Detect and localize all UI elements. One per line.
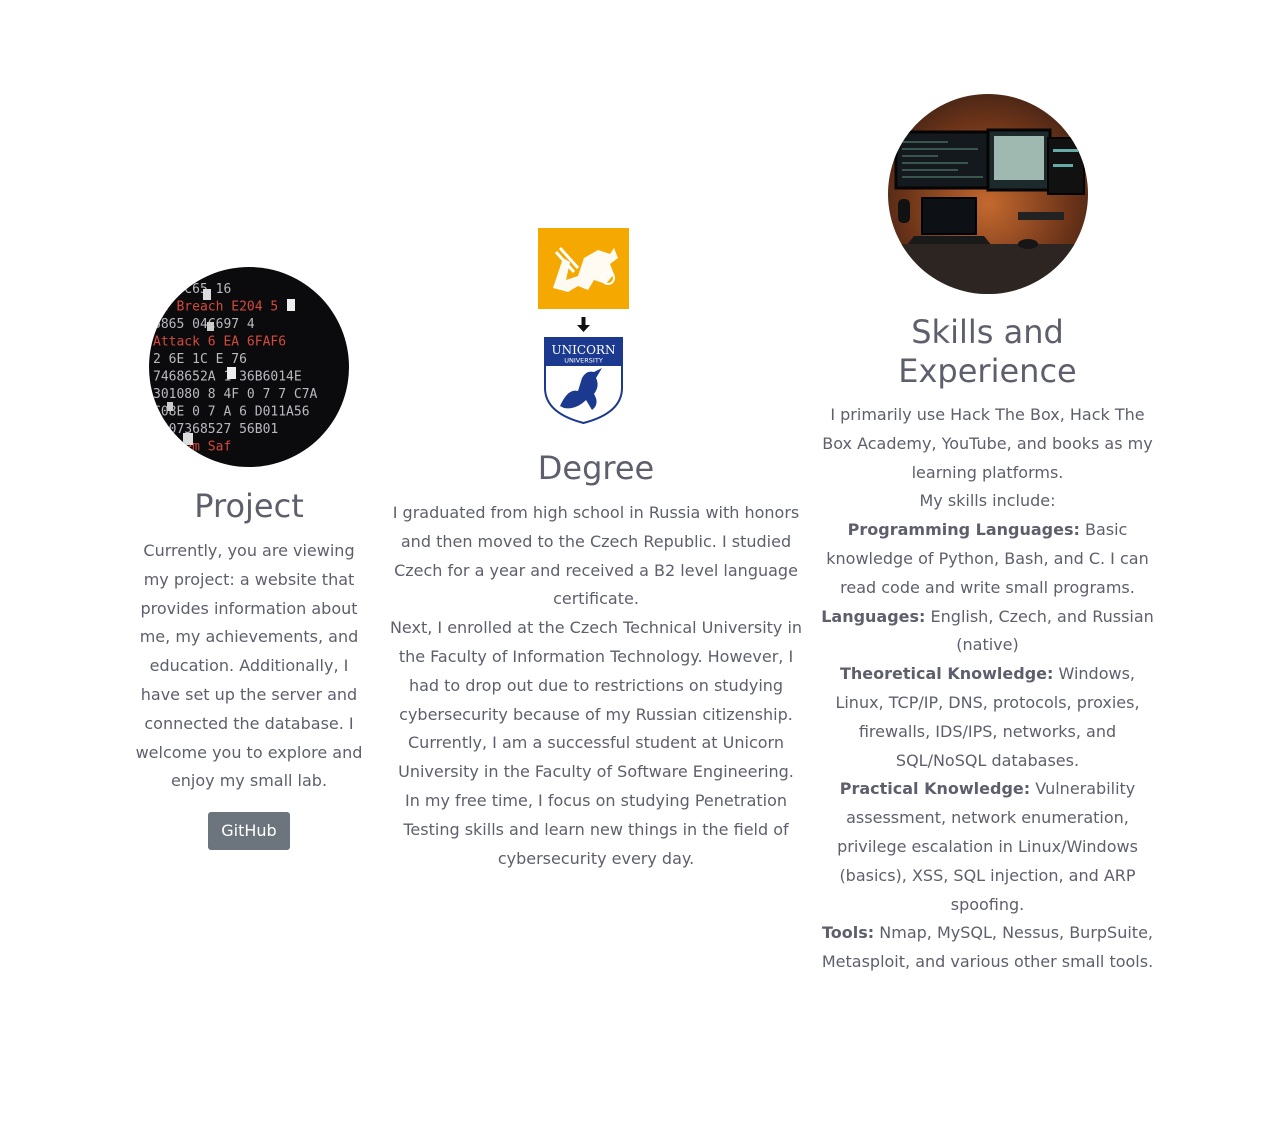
unicorn-sub: UNIVERSITY [564, 357, 603, 365]
skills-card: Skills and Experience I primarily use Ha… [820, 94, 1155, 977]
hex-code-line: ta Breach E204 5 [153, 300, 278, 315]
skill-languages: Languages: English, Czech, and Russian (… [820, 603, 1155, 661]
skill-label: Languages: [821, 606, 926, 626]
skills-include-label: My skills include: [919, 491, 1056, 511]
skill-tools: Tools: Nmap, MySQL, Nessus, BurpSuite, M… [820, 919, 1155, 977]
skill-label: Tools: [822, 923, 875, 943]
hex-code-line: BE5 DD0 [153, 457, 208, 467]
degree-paragraph-1: I graduated from high school in Russia w… [392, 503, 800, 609]
degree-paragraph-3: Currently, I am a successful student at … [398, 733, 794, 782]
skill-practical: Practical Knowledge: Vulnerability asses… [820, 775, 1155, 919]
github-button[interactable]: GitHub [208, 812, 290, 851]
skill-text: English, Czech, and Russian (native) [925, 606, 1154, 655]
degree-logos: UNICORN UNIVERSITY [388, 228, 804, 428]
unicorn-university-logo: UNICORN UNIVERSITY [544, 337, 623, 425]
ctu-lion-logo [538, 228, 629, 309]
skill-theoretical: Theoretical Knowledge: Windows, Linux, T… [820, 660, 1155, 775]
hex-code-line: C08E 0 7 A 6 D011A56 [153, 405, 310, 420]
project-card: 4746C65 16 ta Breach E204 5 6865 04C697 4… [130, 267, 368, 851]
degree-card: UNICORN UNIVERSITY Degree I graduated fr… [388, 228, 804, 873]
project-title: Project [194, 487, 304, 525]
unicorn-name: UNICORN [552, 343, 616, 357]
skills-intro: I primarily use Hack The Box, Hack The B… [822, 405, 1153, 482]
degree-paragraph-4: In my free time, I focus on studying Pen… [403, 790, 789, 868]
hex-code-line: 301080 8 4F 0 7 7 C7A [153, 387, 318, 402]
hex-code-line: Attack 6 EA 6FAF6 [153, 335, 286, 350]
skills-title: Skills and Experience [898, 313, 1077, 390]
degree-title: Degree [537, 449, 655, 487]
degree-paragraph-2: Next, I enrolled at the Czech Technical … [389, 618, 803, 724]
project-description: Currently, you are viewing my project: a… [135, 541, 363, 791]
hex-code-line: C407368527 56B01 [153, 422, 278, 437]
data-breach-icon: 4746C65 16 ta Breach E204 5 6865 04C697 4… [149, 267, 349, 467]
hex-code-image: 4746C65 16 ta Breach E204 5 6865 04C697 4… [149, 267, 349, 467]
desk-monitors-icon [887, 94, 1088, 294]
skill-label: Practical Knowledge: [839, 779, 1031, 799]
hex-code-line: 2 6E 1C E 76 [153, 352, 247, 367]
skill-label: Theoretical Knowledge: [839, 664, 1054, 684]
hex-code-line: 4746C65 16 [153, 282, 231, 297]
skill-label: Programming Languages: [847, 520, 1080, 540]
hex-code-line: 6865 04C697 4 [153, 317, 255, 332]
desk-photo [887, 94, 1088, 294]
arrow-down-icon [577, 317, 590, 332]
skill-programming: Programming Languages: Basic knowledge o… [820, 516, 1155, 602]
skill-text: Vulnerability assessment, network enumer… [837, 779, 1138, 914]
